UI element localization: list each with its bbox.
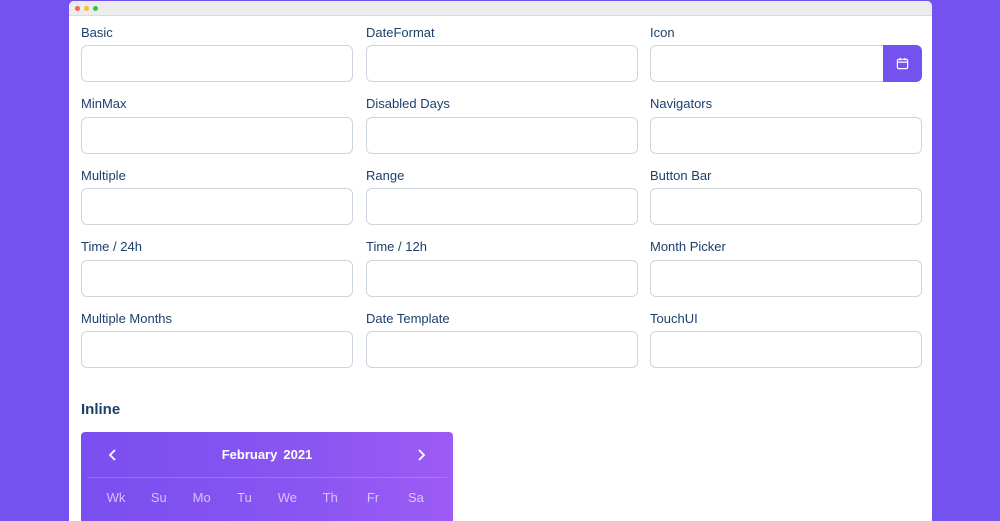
calendar-month-label[interactable]: February	[222, 447, 278, 462]
chevron-left-icon	[108, 448, 116, 461]
button-bar-label: Button Bar	[650, 168, 712, 183]
disabled-days-label: Disabled Days	[366, 96, 450, 111]
disabled-days-date-input[interactable]	[366, 117, 638, 154]
close-window-dot[interactable]	[75, 5, 80, 11]
button-bar-date-input[interactable]	[650, 188, 922, 225]
touchui-label: TouchUI	[650, 311, 698, 326]
weekday-label: Th	[322, 490, 338, 505]
open-calendar-button[interactable]	[883, 45, 922, 82]
inline-calendar: February 2021 Wk Su Mo Tu We Th Fr Sa	[81, 432, 453, 521]
inline-section-title: Inline	[81, 401, 121, 418]
dateformat-date-input[interactable]	[366, 45, 638, 82]
weekday-label: Mo	[192, 490, 211, 505]
time-24h-input[interactable]	[81, 260, 353, 297]
time-12h-input[interactable]	[366, 260, 638, 297]
weekday-label: Tu	[237, 490, 252, 505]
weekday-header-row: Wk Su Mo Tu We Th Fr Sa	[81, 478, 453, 505]
previous-month-button[interactable]	[101, 443, 125, 467]
browser-window: Basic DateFormat Icon MinMax Disabled Da…	[69, 1, 932, 521]
icon-label: Icon	[650, 25, 675, 40]
time-24h-label: Time / 24h	[81, 239, 142, 254]
month-picker-label: Month Picker	[650, 239, 726, 254]
date-template-date-input[interactable]	[366, 331, 638, 368]
chevron-right-icon	[418, 448, 426, 461]
weekday-label: We	[277, 490, 297, 505]
calendar-icon	[896, 57, 909, 70]
calendar-year-label[interactable]: 2021	[283, 447, 312, 462]
multiple-date-input[interactable]	[81, 188, 353, 225]
minimize-window-dot[interactable]	[84, 5, 89, 11]
calendar-title: February 2021	[222, 447, 313, 462]
weekday-label: Sa	[407, 490, 424, 505]
multiple-months-label: Multiple Months	[81, 311, 173, 326]
dateformat-label: DateFormat	[366, 25, 435, 40]
month-picker-input[interactable]	[650, 260, 922, 297]
basic-date-input[interactable]	[81, 45, 353, 82]
navigators-label: Navigators	[650, 96, 713, 111]
touchui-date-input[interactable]	[650, 331, 922, 368]
basic-label: Basic	[81, 25, 113, 40]
next-month-button[interactable]	[409, 443, 433, 467]
range-date-input[interactable]	[366, 188, 638, 225]
time-12h-label: Time / 12h	[366, 239, 427, 254]
multiple-months-date-input[interactable]	[81, 331, 353, 368]
navigators-date-input[interactable]	[650, 117, 922, 154]
weekday-label: Su	[150, 490, 167, 505]
multiple-label: Multiple	[81, 168, 126, 183]
weekday-label: Fr	[366, 490, 380, 505]
window-titlebar	[69, 1, 932, 16]
range-label: Range	[366, 168, 405, 183]
minmax-label: MinMax	[81, 96, 127, 111]
icon-date-input[interactable]	[650, 45, 884, 82]
minmax-date-input[interactable]	[81, 117, 353, 154]
maximize-window-dot[interactable]	[93, 5, 98, 11]
weekday-label: Wk	[106, 490, 126, 505]
date-template-label: Date Template	[366, 311, 450, 326]
calendar-header: February 2021	[87, 432, 447, 478]
